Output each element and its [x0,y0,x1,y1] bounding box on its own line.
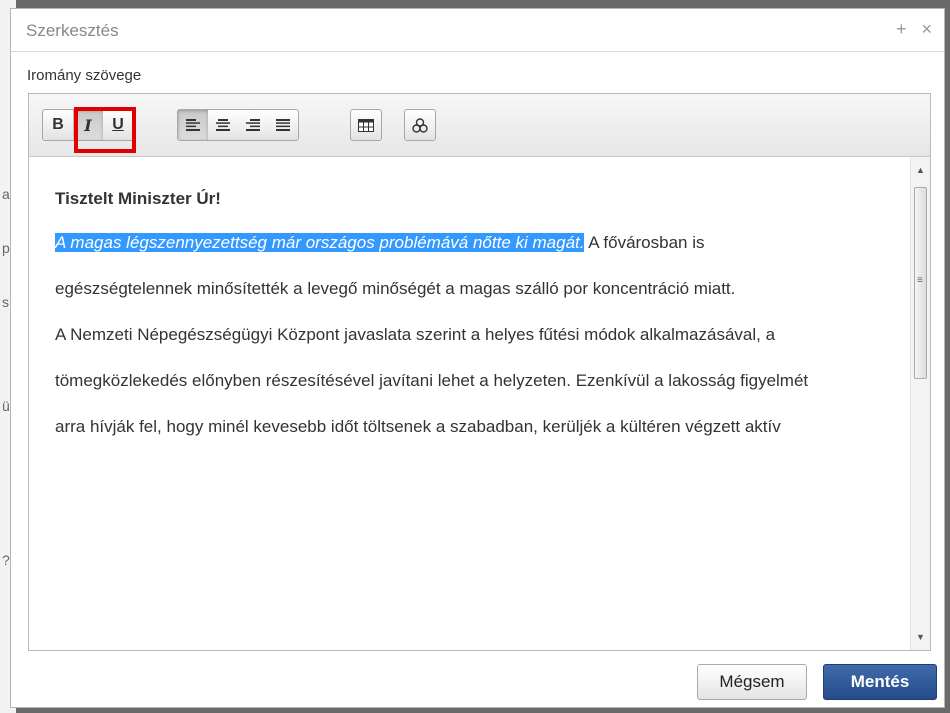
align-left-icon [186,119,200,131]
editor-scrollbar[interactable]: ▲ ≡ ▼ [910,157,930,650]
cancel-button[interactable]: Mégsem [697,664,807,700]
align-center-button[interactable] [208,110,238,140]
table-button-group [350,109,382,141]
background-text: p [2,240,10,256]
source-code-button[interactable] [405,110,435,140]
align-center-icon [216,119,230,131]
source-code-icon [412,117,428,133]
background-text: s [2,294,9,310]
align-left-button[interactable] [178,110,208,140]
format-button-group: B I U [42,109,134,141]
align-right-button[interactable] [238,110,268,140]
align-right-icon [246,119,260,131]
content-paragraph: egészségtelennek minősítették a levegő m… [55,279,736,298]
paragraph-continuation: A fővárosban is [584,233,705,252]
field-label: Iromány szövege [27,67,142,84]
background-text: ? [2,552,10,568]
bold-button[interactable]: B [43,110,73,140]
background-text: ü [2,398,10,414]
insert-table-button[interactable] [351,110,381,140]
editor-content[interactable]: Tisztelt Miniszter Úr! A magas légszenny… [29,157,909,650]
selected-text: A magas légszennyezettség már országos p… [55,233,585,252]
scroll-up-arrow-icon[interactable]: ▲ [911,161,930,179]
align-justify-icon [276,119,290,131]
content-paragraph: A magas légszennyezettség már országos p… [55,231,891,255]
window-controls: + × [886,19,932,40]
align-justify-button[interactable] [268,110,298,140]
rich-text-editor: B I U Tisztelt Miniszter Úr! A magas lég… [28,93,931,651]
table-icon [358,118,374,132]
close-icon[interactable]: × [921,19,932,39]
save-button[interactable]: Mentés [823,664,937,700]
source-button-group [404,109,436,141]
content-paragraph: arra hívják fel, hogy minél kevesebb idő… [55,417,781,436]
alignment-button-group [177,109,299,141]
scroll-grip-icon: ≡ [917,275,923,286]
content-paragraph: A Nemzeti Népegészségügyi Központ javasl… [55,325,776,344]
background-text: a [2,186,10,202]
expand-icon[interactable]: + [896,19,907,39]
edit-dialog: Szerkesztés + × Iromány szövege B I U Ti… [10,8,945,708]
letter-salutation: Tisztelt Miniszter Úr! [55,189,221,208]
dialog-title: Szerkesztés [26,21,119,40]
content-paragraph: tömegközlekedés előnyben részesítésével … [55,371,809,390]
scroll-thumb[interactable]: ≡ [914,187,927,379]
italic-button[interactable]: I [73,110,103,140]
scroll-down-arrow-icon[interactable]: ▼ [911,628,930,646]
dialog-titlebar[interactable]: Szerkesztés + × [11,9,944,52]
underline-button[interactable]: U [103,110,133,140]
editor-toolbar: B I U [29,94,930,157]
